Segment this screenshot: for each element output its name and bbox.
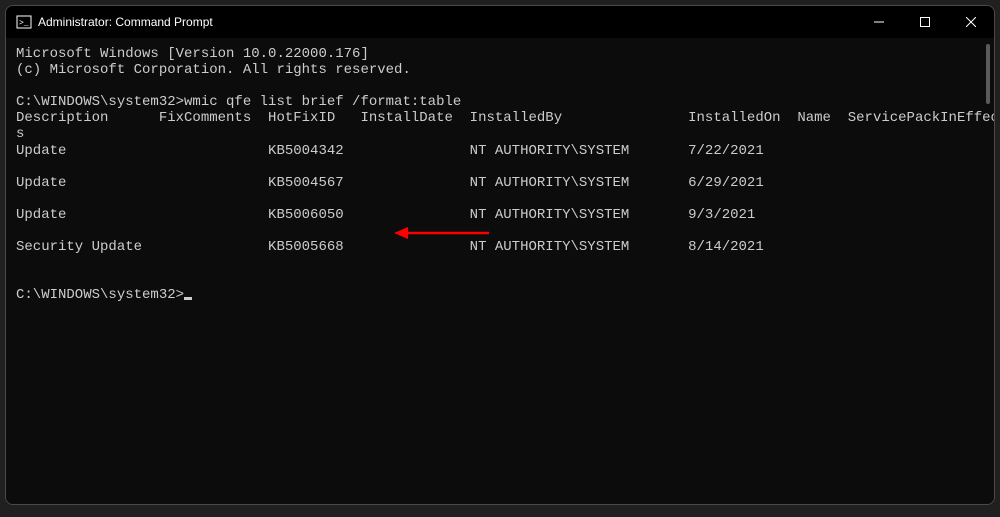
cmd-icon: >_: [16, 14, 32, 30]
window-controls: [856, 6, 994, 38]
cursor: [184, 297, 192, 300]
titlebar[interactable]: >_ Administrator: Command Prompt: [6, 6, 994, 38]
scrollbar-thumb[interactable]: [986, 44, 990, 104]
command-prompt-window: >_ Administrator: Command Prompt Microso…: [5, 5, 995, 505]
svg-text:>_: >_: [19, 19, 29, 28]
maximize-button[interactable]: [902, 6, 948, 38]
window-title: Administrator: Command Prompt: [38, 15, 856, 29]
close-button[interactable]: [948, 6, 994, 38]
terminal-output[interactable]: Microsoft Windows [Version 10.0.22000.17…: [6, 38, 994, 504]
minimize-button[interactable]: [856, 6, 902, 38]
